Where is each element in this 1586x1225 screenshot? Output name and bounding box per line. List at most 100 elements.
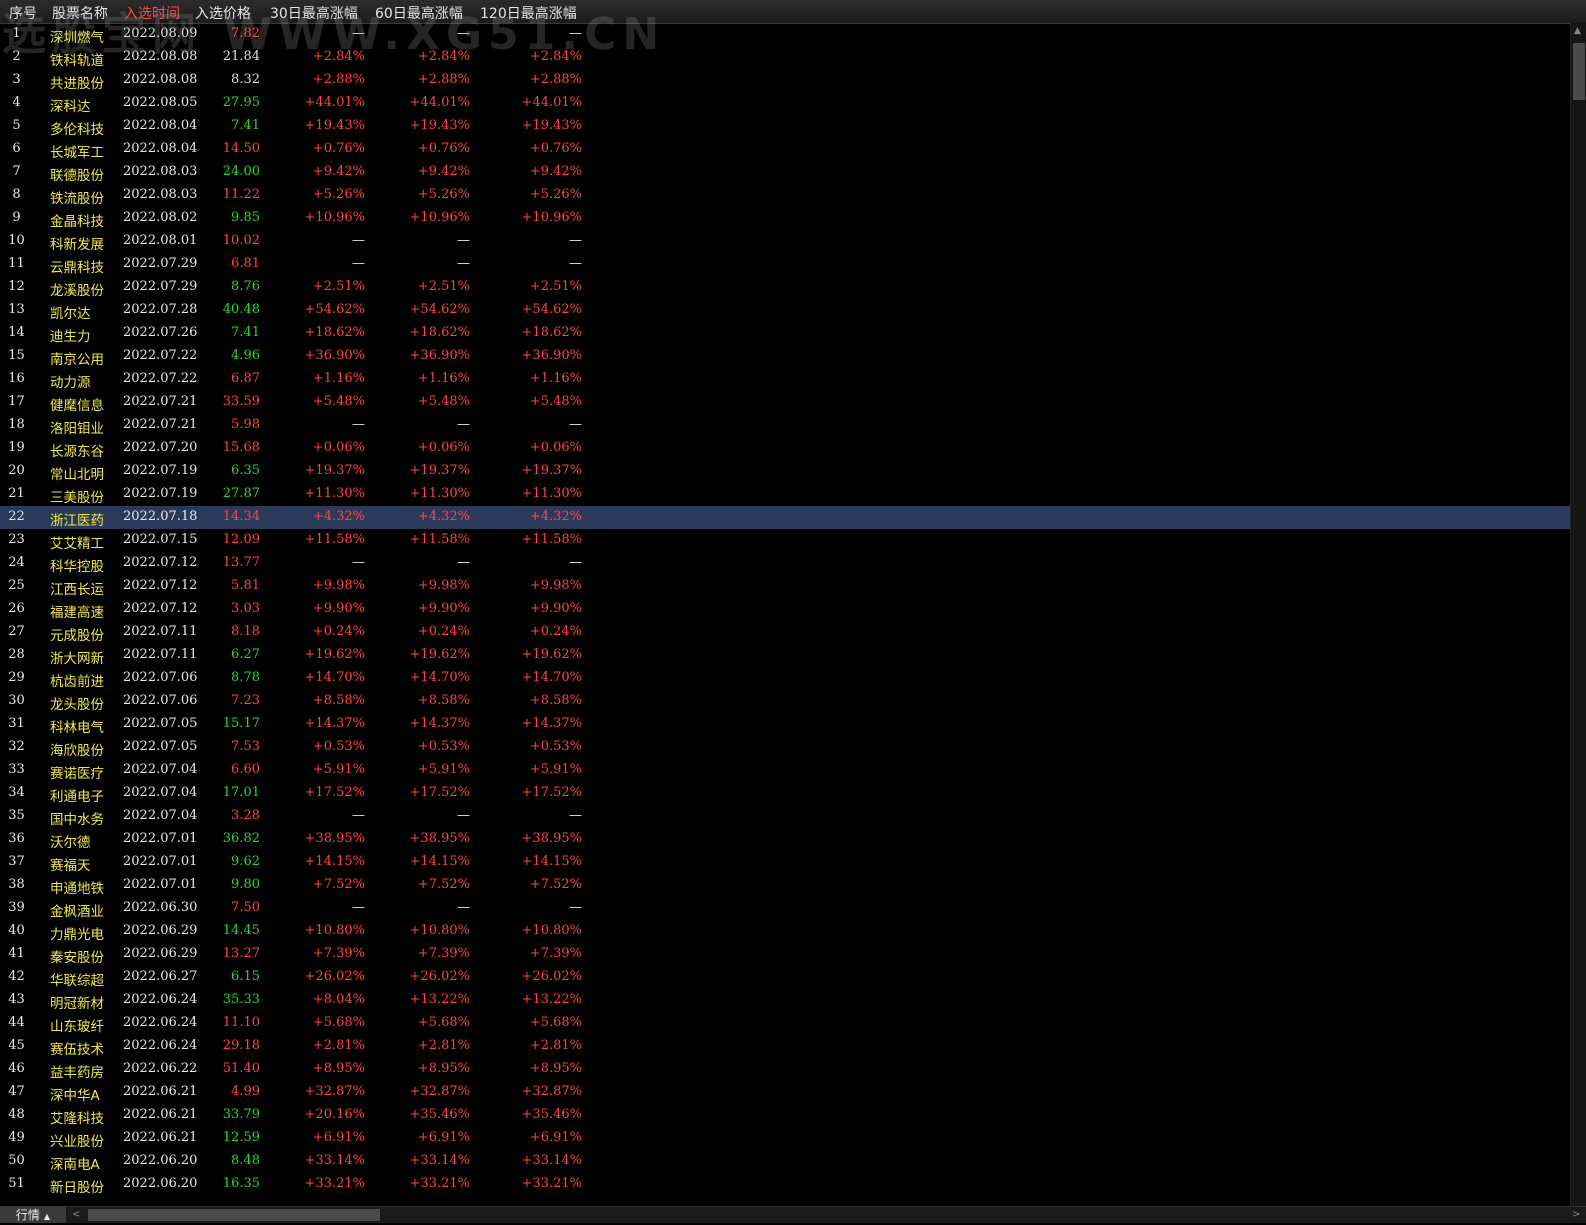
max-gain-60d: +36.90% [409,348,470,363]
table-row[interactable]: 22 浙江医药 2022.07.18 14.34 +4.32% +4.32% +4.32% [0,506,1570,529]
table-row[interactable]: 45 赛伍技术 2022.06.24 29.18 +2.81% +2.81% +2.81% [0,1035,1570,1058]
selected-price: 10.02 [222,233,260,248]
row-index: 28 [8,647,25,662]
column-header-price[interactable]: 入选价格 [195,3,251,23]
selected-date: 2022.07.19 [123,486,198,501]
table-row[interactable]: 48 艾隆科技 2022.06.21 33.79 +20.16% +35.46% +35.4… [0,1104,1570,1127]
row-index: 4 [12,95,21,110]
table-row[interactable]: 9 金晶科技 2022.08.02 9.85 +10.96% +10.96% +10.96% [0,207,1570,230]
max-gain-60d: +5.48% [417,394,470,409]
table-row[interactable]: 39 金枫酒业 2022.06.30 7.50 — — — [0,897,1570,920]
selected-date: 2022.08.01 [123,233,198,248]
max-gain-30d: +2.81% [312,1038,365,1053]
column-header-name[interactable]: 股票名称 [52,3,108,23]
table-row[interactable]: 32 海欣股份 2022.07.05 7.53 +0.53% +0.53% +0.53% [0,736,1570,759]
table-row[interactable]: 51 新日股份 2022.06.20 16.35 +33.21% +33.21% +33.2… [0,1173,1570,1196]
table-row[interactable]: 3 共进股份 2022.08.08 8.32 +2.88% +2.88% +2.88% [0,69,1570,92]
bottom-bar: 行情 ▲ < > [0,1206,1586,1223]
stock-name: 南京公用 [50,352,104,368]
table-row[interactable]: 41 秦安股份 2022.06.29 13.27 +7.39% +7.39% +7.39% [0,943,1570,966]
table-row[interactable]: 1 深圳燃气 2022.08.09 7.82 — — — [0,23,1570,46]
row-index: 14 [8,325,25,340]
tab-quotes[interactable]: 行情 ▲ [0,1207,66,1223]
stock-name: 凯尔达 [50,306,91,322]
row-index: 18 [8,417,25,432]
table-row[interactable]: 2 铁科轨道 2022.08.08 21.84 +2.84% +2.84% +2.84% [0,46,1570,69]
table-row[interactable]: 10 科新发展 2022.08.01 10.02 — — — [0,230,1570,253]
column-header-index[interactable]: 序号 [9,3,37,23]
max-gain-30d: +9.90% [312,601,365,616]
scroll-up-icon[interactable]: ▲ [1574,26,1581,36]
table-row[interactable]: 14 迪生力 2022.07.26 7.41 +18.62% +18.62% +18.62% [0,322,1570,345]
column-header-date[interactable]: 入选时间 [124,3,180,23]
table-row[interactable]: 44 山东玻纤 2022.06.24 11.10 +5.68% +5.68% +5.68% [0,1012,1570,1035]
table-row[interactable]: 21 三美股份 2022.07.19 27.87 +11.30% +11.30% +11.3… [0,483,1570,506]
table-row[interactable]: 46 益丰药房 2022.06.22 51.40 +8.95% +8.95% +8.95% [0,1058,1570,1081]
table-row[interactable]: 38 申通地铁 2022.07.01 9.80 +7.52% +7.52% +7.52% [0,874,1570,897]
max-gain-30d: +10.96% [304,210,365,225]
max-gain-120d: — [569,808,582,823]
scroll-left-icon[interactable]: < [72,1207,80,1223]
max-gain-30d: +19.37% [304,463,365,478]
stock-name: 明冠新材 [50,996,104,1012]
table-row[interactable]: 8 铁流股份 2022.08.03 11.22 +5.26% +5.26% +5.26% [0,184,1570,207]
max-gain-60d: +54.62% [409,302,470,317]
selected-date: 2022.07.01 [123,877,198,892]
table-row[interactable]: 49 兴业股份 2022.06.21 12.59 +6.91% +6.91% +6.91% [0,1127,1570,1150]
table-row[interactable]: 43 明冠新材 2022.06.24 35.33 +8.04% +13.22% +13.22… [0,989,1570,1012]
table-row[interactable]: 12 龙溪股份 2022.07.29 8.76 +2.51% +2.51% +2.51% [0,276,1570,299]
stock-name: 联德股份 [50,168,104,184]
table-row[interactable]: 11 云鼎科技 2022.07.29 6.81 — — — [0,253,1570,276]
table-row[interactable]: 4 深科达 2022.08.05 27.95 +44.01% +44.01% +44.01% [0,92,1570,115]
column-header-60d[interactable]: 60日最高涨幅 [375,3,463,23]
table-row[interactable]: 23 艾艾精工 2022.07.15 12.09 +11.58% +11.58% +11.5… [0,529,1570,552]
table-row[interactable]: 16 动力源 2022.07.22 6.87 +1.16% +1.16% +1.16% [0,368,1570,391]
table-row[interactable]: 6 长城军工 2022.08.04 14.50 +0.76% +0.76% +0.76% [0,138,1570,161]
table-row[interactable]: 5 多伦科技 2022.08.04 7.41 +19.43% +19.43% +19.43% [0,115,1570,138]
stock-name: 动力源 [50,375,91,391]
selected-price: 4.99 [231,1084,260,1099]
table-row[interactable]: 37 赛福天 2022.07.01 9.62 +14.15% +14.15% +14.15% [0,851,1570,874]
table-row[interactable]: 29 杭齿前进 2022.07.06 8.78 +14.70% +14.70% +14.70… [0,667,1570,690]
table-row[interactable]: 30 龙头股份 2022.07.06 7.23 +8.58% +8.58% +8.58% [0,690,1570,713]
max-gain-120d: +4.32% [529,509,582,524]
table-row[interactable]: 42 华联综超 2022.06.27 6.15 +26.02% +26.02% +26.02… [0,966,1570,989]
table-row[interactable]: 33 赛诺医疗 2022.07.04 6.60 +5.91% +5.91% +5.91% [0,759,1570,782]
selected-date: 2022.06.21 [123,1084,198,1099]
selected-date: 2022.07.12 [123,555,198,570]
table-row[interactable]: 47 深中华A 2022.06.21 4.99 +32.87% +32.87% +32.87… [0,1081,1570,1104]
table-row[interactable]: 7 联德股份 2022.08.03 24.00 +9.42% +9.42% +9.42% [0,161,1570,184]
table-row[interactable]: 27 元成股份 2022.07.11 8.18 +0.24% +0.24% +0.24% [0,621,1570,644]
table-row[interactable]: 18 洛阳钼业 2022.07.21 5.98 — — — [0,414,1570,437]
table-row[interactable]: 17 健麾信息 2022.07.21 33.59 +5.48% +5.48% +5.48% [0,391,1570,414]
max-gain-30d: +6.91% [312,1130,365,1145]
table-row[interactable]: 36 沃尔德 2022.07.01 36.82 +38.95% +38.95% +38.95… [0,828,1570,851]
column-header-30d[interactable]: 30日最高涨幅 [270,3,358,23]
table-row[interactable]: 31 科林电气 2022.07.05 15.17 +14.37% +14.37% +14.3… [0,713,1570,736]
table-row[interactable]: 35 国中水务 2022.07.04 3.28 — — — [0,805,1570,828]
table-row[interactable]: 24 科华控股 2022.07.12 13.77 — — — [0,552,1570,575]
table-row[interactable]: 20 常山北明 2022.07.19 6.35 +19.37% +19.37% +19.37… [0,460,1570,483]
column-header-120d[interactable]: 120日最高涨幅 [480,3,577,23]
row-index: 17 [8,394,25,409]
table-row[interactable]: 25 江西长运 2022.07.12 5.81 +9.98% +9.98% +9.98% [0,575,1570,598]
max-gain-120d: +14.70% [521,670,582,685]
max-gain-120d: +0.06% [529,440,582,455]
vertical-scrollbar[interactable]: ▲ [1570,23,1586,1206]
table-row[interactable]: 28 浙大网新 2022.07.11 6.27 +19.62% +19.62% +19.62… [0,644,1570,667]
table-row[interactable]: 15 南京公用 2022.07.22 4.96 +36.90% +36.90% +36.90… [0,345,1570,368]
table-row[interactable]: 26 福建高速 2022.07.12 3.03 +9.90% +9.90% +9.90% [0,598,1570,621]
table-row[interactable]: 40 力鼎光电 2022.06.29 14.45 +10.80% +10.80% +10.8… [0,920,1570,943]
table-row[interactable]: 19 长源东谷 2022.07.20 15.68 +0.06% +0.06% +0.06% [0,437,1570,460]
scroll-right-icon[interactable]: > [1572,1207,1580,1223]
table-row[interactable]: 34 利通电子 2022.07.04 17.01 +17.52% +17.52% +17.5… [0,782,1570,805]
max-gain-30d: +8.58% [312,693,365,708]
stock-name: 赛伍技术 [50,1042,104,1058]
table-row[interactable]: 50 深南电A 2022.06.20 8.48 +33.14% +33.14% +33.14… [0,1150,1570,1173]
horizontal-scrollbar-thumb[interactable] [88,1209,380,1221]
max-gain-60d: +0.76% [417,141,470,156]
stock-name: 杭齿前进 [50,674,104,690]
scrollbar-thumb[interactable] [1573,43,1585,100]
selected-price: 8.78 [231,670,260,685]
table-row[interactable]: 13 凯尔达 2022.07.28 40.48 +54.62% +54.62% +54.62… [0,299,1570,322]
